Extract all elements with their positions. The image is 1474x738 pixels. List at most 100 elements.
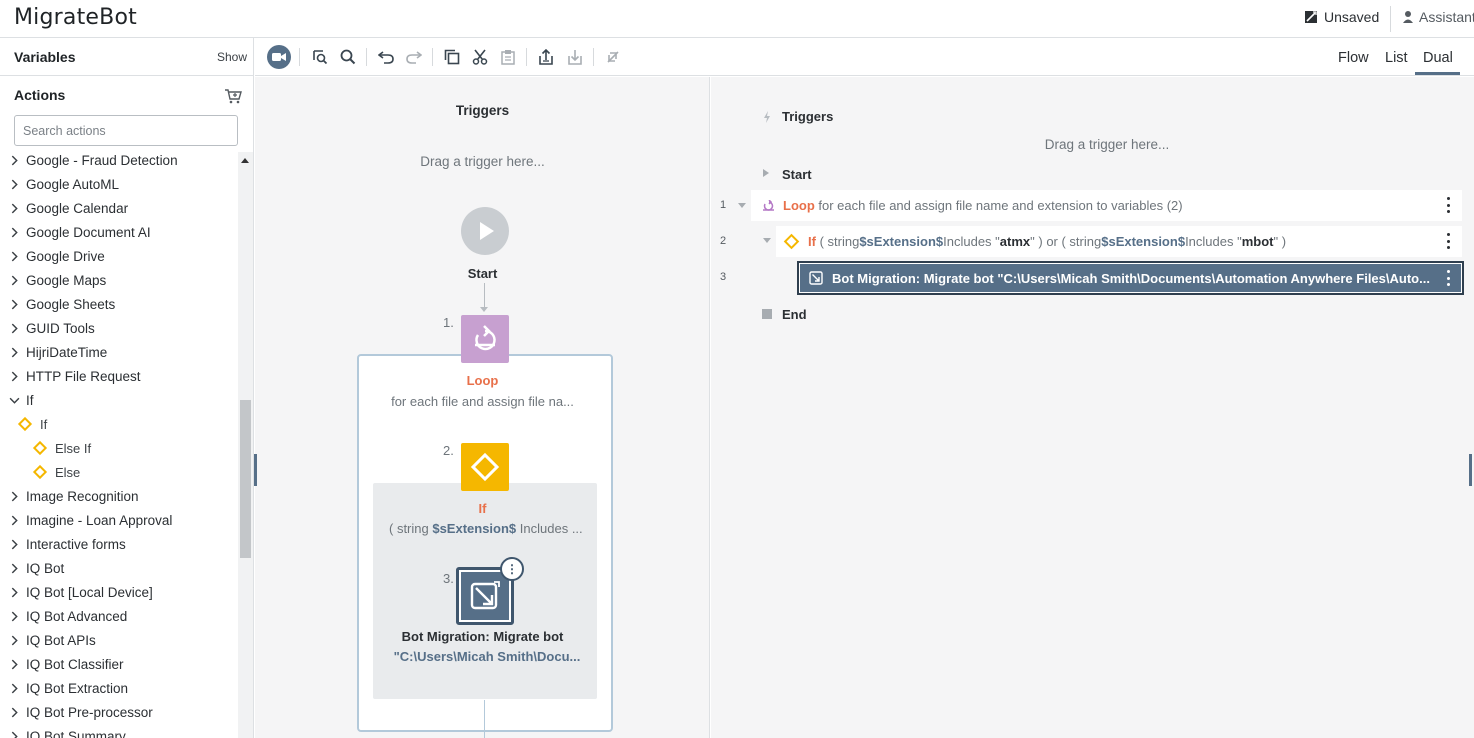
chevron-right-icon[interactable] [9, 203, 20, 214]
action-item[interactable]: IQ Bot [Local Device] [0, 580, 238, 604]
action-item[interactable]: IQ Bot [0, 556, 238, 580]
chevron-right-icon[interactable] [9, 515, 20, 526]
action-item[interactable]: Google AutoML [0, 172, 238, 196]
line-number: 1 [720, 199, 727, 211]
tab-flow[interactable]: Flow [1338, 50, 1369, 66]
action-item[interactable]: IQ Bot APIs [0, 628, 238, 652]
action-item[interactable]: Google Drive [0, 244, 238, 268]
action-item[interactable]: HTTP File Request [0, 364, 238, 388]
toolbar-separator [299, 48, 300, 66]
chevron-right-icon[interactable] [9, 539, 20, 550]
action-item[interactable]: Google - Fraud Detection [0, 152, 238, 172]
list-trigger-dropzone[interactable]: Drag a trigger here... [711, 137, 1474, 152]
chevron-right-icon[interactable] [9, 347, 20, 358]
diamond-icon [783, 233, 800, 250]
action-item[interactable]: Google Calendar [0, 196, 238, 220]
if-row-string: atmx [999, 234, 1031, 249]
action-item[interactable]: If [0, 412, 238, 436]
action-item[interactable]: GUID Tools [0, 316, 238, 340]
chevron-right-icon[interactable] [9, 371, 20, 382]
scroll-up-icon[interactable] [241, 158, 249, 163]
collapse-icon[interactable] [763, 169, 769, 177]
chevron-right-icon[interactable] [9, 323, 20, 334]
action-item[interactable]: IQ Bot Classifier [0, 652, 238, 676]
chevron-right-icon[interactable] [9, 707, 20, 718]
export-icon[interactable] [535, 46, 557, 68]
action-item[interactable]: IQ Bot Pre-processor [0, 700, 238, 724]
tab-list[interactable]: List [1385, 50, 1408, 66]
action-item[interactable]: IQ Bot Extraction [0, 676, 238, 700]
assistant-label: Assistant [1419, 9, 1474, 25]
cut-icon[interactable] [469, 46, 491, 68]
more-options-icon[interactable] [1446, 270, 1450, 286]
record-icon[interactable] [267, 45, 291, 69]
search-icon[interactable] [337, 46, 359, 68]
chevron-right-icon[interactable] [9, 683, 20, 694]
chevron-down-icon[interactable] [9, 395, 20, 406]
action-item-label: GUID Tools [26, 320, 95, 336]
preview-icon[interactable] [309, 46, 331, 68]
toolbar-separator [432, 48, 433, 66]
action-item-label: Google Maps [26, 272, 107, 288]
chevron-right-icon[interactable] [9, 299, 20, 310]
action-item[interactable]: Google Maps [0, 268, 238, 292]
actions-scrollbar[interactable] [238, 152, 253, 738]
undo-icon[interactable] [375, 46, 397, 68]
connector-line [484, 283, 485, 309]
action-item-label: Google Document AI [26, 224, 151, 240]
action-item[interactable]: Imagine - Loan Approval [0, 508, 238, 532]
chevron-right-icon[interactable] [9, 611, 20, 622]
action-item[interactable]: Google Document AI [0, 220, 238, 244]
diamond-icon [17, 416, 33, 432]
chevron-right-icon[interactable] [9, 563, 20, 574]
action-item[interactable]: Else If [0, 436, 238, 460]
copy-icon[interactable] [441, 46, 463, 68]
scroll-thumb[interactable] [240, 400, 251, 558]
import-icon[interactable] [564, 46, 586, 68]
action-item[interactable]: HijriDateTime [0, 340, 238, 364]
assistant-button[interactable]: Assistant [1402, 9, 1474, 25]
chevron-right-icon[interactable] [9, 227, 20, 238]
chevron-right-icon[interactable] [9, 635, 20, 646]
bot-migration-title: Bot Migration: Migrate bot [401, 629, 564, 644]
collapse-if-icon[interactable] [763, 238, 771, 243]
action-item[interactable]: Image Recognition [0, 484, 238, 508]
flow-trigger-dropzone[interactable]: Drag a trigger here... [255, 154, 709, 169]
tab-dual[interactable]: Dual [1423, 50, 1453, 66]
left-panel-splitter[interactable] [254, 454, 257, 486]
list-row-loop[interactable]: Loop for each file and assign file name … [751, 190, 1462, 221]
right-panel-splitter[interactable] [1469, 454, 1472, 486]
action-item[interactable]: IQ Bot Advanced [0, 604, 238, 628]
list-row-bot-migration[interactable]: Bot Migration: Migrate bot "C:\Users\Mic… [797, 261, 1464, 295]
chevron-right-icon[interactable] [9, 251, 20, 262]
chevron-right-icon[interactable] [9, 155, 20, 166]
cart-icon[interactable] [224, 88, 242, 104]
action-item[interactable]: IQ Bot Summary [0, 724, 238, 738]
chevron-right-icon[interactable] [9, 275, 20, 286]
more-options-icon[interactable] [1446, 197, 1450, 213]
chevron-right-icon[interactable] [9, 179, 20, 190]
start-node[interactable] [461, 207, 509, 255]
redo-icon[interactable] [403, 46, 425, 68]
chevron-right-icon[interactable] [9, 491, 20, 502]
more-options-icon[interactable] [1446, 233, 1450, 249]
chevron-right-icon[interactable] [9, 731, 20, 738]
if-node[interactable] [461, 443, 509, 491]
chevron-right-icon[interactable] [9, 659, 20, 670]
disable-icon[interactable] [602, 46, 624, 68]
list-row-if[interactable]: If ( string $sExtension$ Includes " atmx "… [776, 226, 1462, 257]
if-title: If [478, 501, 487, 516]
collapse-loop-icon[interactable] [738, 203, 746, 208]
line-number: 2 [720, 235, 727, 247]
action-item[interactable]: Google Sheets [0, 292, 238, 316]
diamond-icon [32, 440, 48, 456]
more-options-icon[interactable]: ⋮ [500, 557, 524, 581]
action-item[interactable]: Interactive forms [0, 532, 238, 556]
variables-show-toggle[interactable]: Show [217, 50, 247, 64]
search-actions-input[interactable] [14, 115, 238, 146]
action-item[interactable]: Else [0, 460, 238, 484]
paste-icon[interactable] [497, 46, 519, 68]
action-item[interactable]: If [0, 388, 238, 412]
chevron-right-icon[interactable] [9, 587, 20, 598]
loop-node[interactable] [461, 315, 509, 363]
